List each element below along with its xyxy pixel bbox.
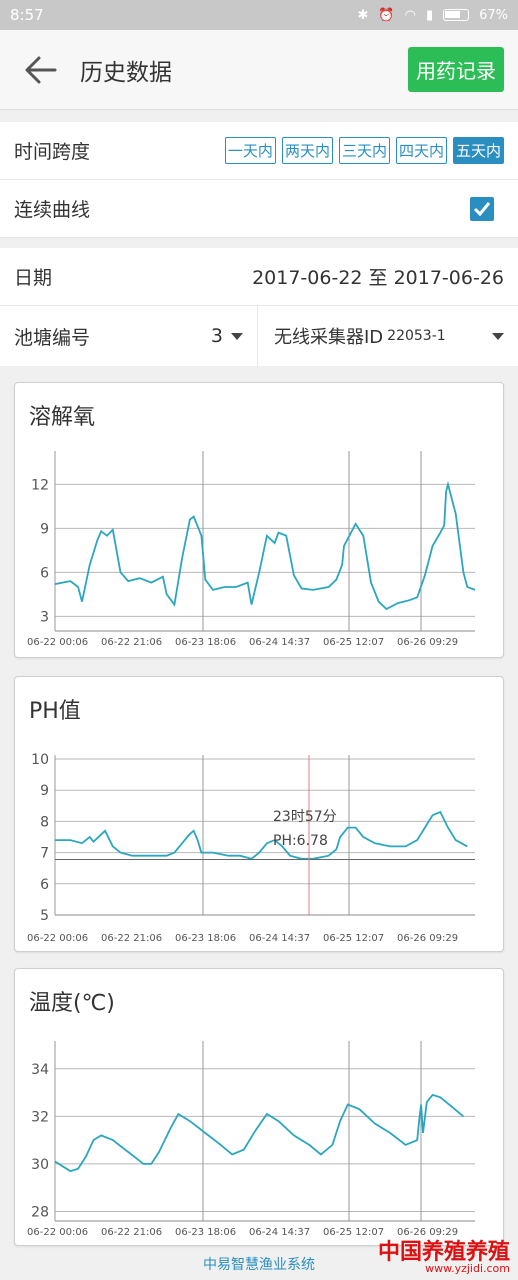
continuous-curve-label: 连续曲线 [14, 199, 91, 221]
tooltip-value: PH:6.78 [273, 833, 328, 849]
watermark: 中国养殖养殖 www.yzjidi.com [378, 1234, 510, 1275]
filter-panel: 日期 2017-06-22 至 2017-06-26 池塘编号 3 无线采集器I… [0, 248, 518, 366]
dissolved-oxygen-chart: 3 6 9 12 06-22 00:06 06-22 21:06 06-23 18:06 06… [14, 382, 504, 658]
tooltip-time: 23时57分 [273, 809, 337, 825]
app-bar: 历史数据 用药记录 [0, 30, 518, 110]
chart-title: 溶解氧 [29, 405, 96, 430]
wifi-icon: ◠ [404, 7, 416, 23]
pond-value: 3 [210, 325, 223, 347]
tab-one-day[interactable]: 一天内 [224, 137, 276, 164]
tab-four-days[interactable]: 四天内 [395, 137, 447, 164]
x-tick-label: 06-22 00:06 [27, 1227, 88, 1238]
tab-five-days[interactable]: 五天内 [452, 137, 504, 164]
x-tick-label: 06-24 14:37 [249, 637, 310, 648]
arrow-left-icon[interactable] [14, 44, 66, 96]
x-tick-label: 06-26 09:29 [397, 933, 458, 944]
x-tick-label: 06-23 18:06 [175, 1227, 236, 1238]
pond-label: 池塘编号 [14, 326, 91, 349]
time-span-row: 时间跨度 一天内 两天内 三天内 四天内 五天内 [0, 122, 518, 180]
x-tick-label: 06-22 21:06 [101, 1227, 162, 1238]
x-tick-label: 06-26 09:29 [397, 637, 458, 648]
bluetooth-icon: ✱ [357, 7, 369, 23]
time-span-label: 时间跨度 [14, 141, 91, 163]
x-tick-label: 06-22 21:06 [101, 933, 162, 944]
y-tick-label: 6 [40, 877, 49, 893]
status-time: 8:57 [10, 6, 44, 24]
date-row[interactable]: 日期 2017-06-22 至 2017-06-26 [0, 248, 518, 306]
ph-chart: 5 6 7 8 9 10 06-22 00:06 06-22 21:06 06-23 18:06… [14, 676, 504, 952]
time-span-tabs: 一天内 两天内 三天内 四天内 五天内 [224, 137, 504, 164]
x-tick-label: 06-22 00:06 [27, 637, 88, 648]
y-tick-label: 28 [31, 1204, 49, 1220]
checkmark-icon [473, 201, 491, 216]
x-tick-label: 06-24 14:37 [249, 1227, 310, 1238]
y-tick-label: 7 [40, 846, 49, 862]
collector-value: 22053-1 [387, 328, 446, 344]
continuous-curve-row: 连续曲线 [0, 180, 518, 238]
collector-label: 无线采集器ID [274, 327, 384, 348]
series-line [54, 1093, 464, 1173]
pond-selector[interactable]: 池塘编号 3 [0, 306, 258, 366]
y-tick-label: 9 [40, 521, 49, 537]
y-tick-label: 3 [40, 609, 49, 625]
page-title: 历史数据 [80, 59, 172, 86]
y-tick-label: 5 [40, 908, 49, 924]
x-tick-label: 06-24 14:37 [249, 933, 310, 944]
ph-plot: 5 6 7 8 9 10 06-22 00:06 06-22 21:06 06-23 18:06… [27, 752, 475, 944]
x-tick-label: 06-25 12:07 [323, 933, 384, 944]
y-tick-label: 6 [40, 565, 49, 581]
continuous-curve-checkbox[interactable] [470, 196, 494, 221]
chart-title: PH值 [29, 699, 81, 724]
battery-level: 67% [479, 7, 508, 23]
y-tick-label: 8 [40, 814, 49, 830]
chevron-down-icon [492, 332, 504, 340]
temperature-chart: 28 30 32 34 06-22 00:06 06-22 21:06 06-23 18:0… [14, 968, 504, 1246]
x-tick-label: 06-25 12:07 [323, 1227, 384, 1238]
collector-selector[interactable]: 无线采集器ID 22053-1 [258, 306, 518, 366]
x-tick-label: 06-22 00:06 [27, 933, 88, 944]
series-line [55, 810, 468, 860]
tab-two-days[interactable]: 两天内 [281, 137, 333, 164]
signal-icon: ▮ [425, 7, 434, 23]
status-icons: ✱ ⏰ ◠ ▮ 67% [358, 8, 509, 23]
x-tick-label: 06-23 18:06 [175, 637, 236, 648]
date-range-value[interactable]: 2017-06-22 至 2017-06-26 [252, 263, 504, 290]
y-tick-label: 10 [31, 752, 49, 768]
series-line [54, 480, 476, 611]
y-tick-label: 30 [31, 1157, 49, 1173]
y-tick-label: 32 [31, 1109, 49, 1125]
date-label: 日期 [14, 267, 53, 289]
tab-three-days[interactable]: 三天内 [338, 137, 390, 164]
y-tick-label: 9 [40, 783, 49, 799]
x-tick-label: 06-23 18:06 [175, 933, 236, 944]
battery-icon [443, 9, 470, 21]
chart-title: 温度(℃) [29, 991, 115, 1016]
settings-panel: 时间跨度 一天内 两天内 三天内 四天内 五天内 连续曲线 [0, 122, 518, 238]
chevron-down-icon [231, 332, 243, 340]
alarm-icon: ⏰ [378, 7, 395, 23]
status-bar: 8:57 ✱ ⏰ ◠ ▮ 67% [0, 0, 518, 30]
medication-record-button[interactable]: 用药记录 [408, 47, 504, 92]
y-tick-label: 12 [31, 477, 49, 493]
x-tick-label: 06-22 21:06 [101, 637, 162, 648]
y-tick-label: 34 [31, 1062, 49, 1078]
x-tick-label: 06-25 12:07 [323, 637, 384, 648]
pond-collector-row: 池塘编号 3 无线采集器ID 22053-1 [0, 306, 518, 366]
